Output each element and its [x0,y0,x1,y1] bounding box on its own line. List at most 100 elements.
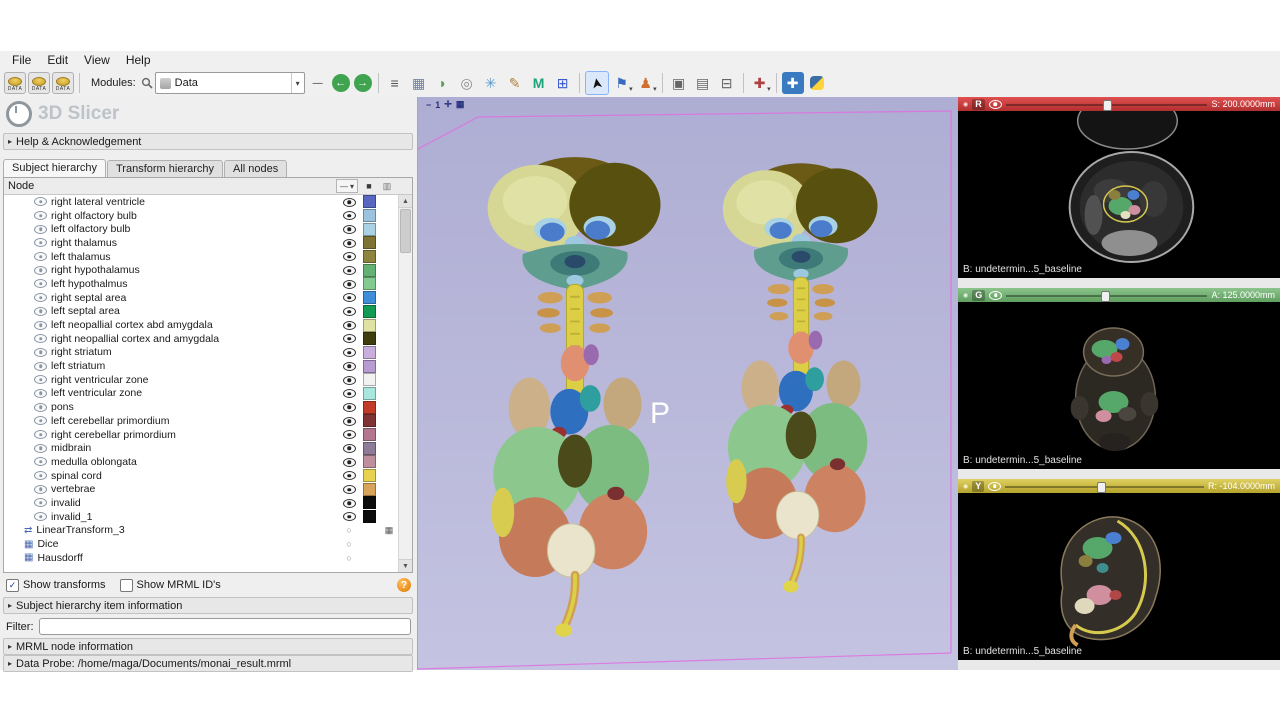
tree-row[interactable]: pons [4,400,399,414]
color-swatch-cell[interactable] [359,414,379,427]
save-data-icon[interactable]: DATA [28,72,50,94]
visibility-toggle[interactable] [339,387,359,399]
tree-row[interactable]: left hypothalmus [4,277,399,291]
tree-row[interactable]: left ventricular zone [4,387,399,401]
extensions-manager-icon[interactable]: ✚ [782,72,804,94]
visibility-toggle[interactable]: ○ [339,552,359,564]
tree-row[interactable]: spinal cord [4,469,399,483]
mouse-mode-icon[interactable]: ➤ [585,71,609,95]
color-swatch-cell[interactable] [359,483,379,496]
visibility-toggle[interactable] [339,251,359,263]
module-panel-toggle-button[interactable]: — [307,72,329,94]
python-console-icon[interactable] [806,72,828,94]
segmentations-module-icon[interactable]: ◗ [432,72,454,94]
tree-row[interactable]: vertebrae [4,482,399,496]
tree-row[interactable]: invalid_1 [4,510,399,524]
color-swatch-cell[interactable] [359,428,379,441]
tree-row[interactable]: ⇄LinearTransform_3○▦ [4,524,399,538]
visibility-toggle[interactable] [339,210,359,222]
module-search-icon[interactable] [141,77,153,89]
visibility-toggle[interactable] [339,456,359,468]
scroll-up-icon[interactable]: ▲ [399,195,412,208]
color-swatch-cell[interactable] [359,291,379,304]
view-controls-overlay[interactable]: − 1 ✛ ▦ [426,99,464,110]
pin-icon[interactable]: ◉ [963,101,968,108]
tree-row[interactable]: left striatum [4,359,399,373]
dicom-database-icon[interactable]: DATA [52,72,74,94]
tree-row[interactable]: right thalamus [4,236,399,250]
visibility-toggle[interactable] [339,511,359,523]
color-swatch-cell[interactable] [359,455,379,468]
tables-module-icon[interactable]: ⊞ [552,72,574,94]
green-slice-header[interactable]: ◉ G A: 125.0000mm [958,288,1280,302]
scroll-down-icon[interactable]: ▼ [399,559,412,572]
menu-edit[interactable]: Edit [39,52,76,68]
visibility-toggle[interactable] [339,401,359,413]
visibility-toggle[interactable] [339,292,359,304]
color-swatch-cell[interactable] [359,209,379,222]
visibility-toggle[interactable] [339,196,359,208]
visibility-eye-icon[interactable] [988,482,1001,491]
visibility-toggle[interactable] [339,429,359,441]
color-swatch-cell[interactable] [359,223,379,236]
slider-thumb[interactable] [1101,291,1110,302]
pin-icon[interactable]: ◉ [963,483,968,490]
threed-viewport[interactable]: − 1 ✛ ▦ P [418,97,958,670]
visibility-toggle[interactable]: ○ [339,538,359,550]
module-selector[interactable]: Data ▾ [155,72,305,94]
tree-row[interactable]: right olfactory bulb [4,209,399,223]
tree-row[interactable]: right ventricular zone [4,373,399,387]
tree-row[interactable]: left olfactory bulb [4,222,399,236]
show-mrml-ids-checkbox[interactable] [120,579,133,592]
red-slice-header[interactable]: ◉ R S: 200.0000mm [958,97,1280,111]
volumes-module-icon[interactable]: ▦ [408,72,430,94]
visibility-toggle[interactable] [339,264,359,276]
tree-row[interactable]: right lateral ventricle [4,195,399,209]
red-slice-viewport[interactable]: B: undetermin...5_baseline [958,111,1280,278]
tab-transform-hierarchy[interactable]: Transform hierarchy [107,160,223,177]
help-question-icon[interactable]: ? [397,578,411,592]
tab-subject-hierarchy[interactable]: Subject hierarchy [3,159,106,177]
tree-row[interactable]: invalid [4,496,399,510]
view-menu-icon[interactable]: − [426,100,431,110]
item-information-section[interactable]: ▸ Subject hierarchy item information [3,597,413,614]
color-swatch-cell[interactable] [359,469,379,482]
markups-module-icon[interactable]: ✳ [480,72,502,94]
yellow-slice-viewport[interactable]: B: undetermin...5_baseline [958,493,1280,660]
module-forward-button[interactable]: → [354,74,372,92]
load-data-icon[interactable]: DATA [4,72,26,94]
menu-view[interactable]: View [76,52,118,68]
data-probe-section[interactable]: ▸ Data Probe: /home/maga/Documents/monai… [3,655,413,672]
scrollbar-thumb[interactable] [400,209,411,253]
color-swatch-cell[interactable] [359,195,379,208]
color-swatch-cell[interactable] [359,401,379,414]
color-swatch-cell[interactable] [359,387,379,400]
visibility-eye-icon[interactable] [989,291,1002,300]
tree-row[interactable]: left neopallial cortex abd amygdala [4,318,399,332]
visibility-toggle[interactable] [339,223,359,235]
visibility-toggle[interactable] [339,237,359,249]
tree-row[interactable]: midbrain [4,441,399,455]
yellow-slice-header[interactable]: ◉ Y R: -104.0000mm [958,479,1280,493]
mrml-node-information-section[interactable]: ▸ MRML node information [3,638,413,655]
tree-row[interactable]: left septal area [4,305,399,319]
tree-row[interactable]: right cerebellar primordium [4,428,399,442]
tab-all-nodes[interactable]: All nodes [224,160,287,177]
green-slice-viewport[interactable]: B: undetermin...5_baseline [958,302,1280,469]
color-swatch-cell[interactable] [359,442,379,455]
visibility-eye-icon[interactable] [989,100,1002,109]
tree-row[interactable]: ▦Dice○ [4,537,399,551]
show-transforms-checkbox[interactable]: ✓ [6,579,19,592]
tree-scrollbar[interactable]: ▲ ▼ [398,195,412,572]
tree-row[interactable]: medulla oblongata [4,455,399,469]
tree-row[interactable]: right neopallial cortex and amygdala [4,332,399,346]
red-slice-slider[interactable] [1006,100,1208,109]
visibility-toggle[interactable] [339,497,359,509]
color-swatch-cell[interactable] [359,277,379,290]
visibility-toggle[interactable] [339,346,359,358]
tree-row[interactable]: left cerebellar primordium [4,414,399,428]
visibility-toggle[interactable]: ○ [339,524,359,536]
color-swatch-cell[interactable] [359,319,379,332]
visibility-toggle[interactable] [339,374,359,386]
color-swatch-cell[interactable] [359,496,379,509]
